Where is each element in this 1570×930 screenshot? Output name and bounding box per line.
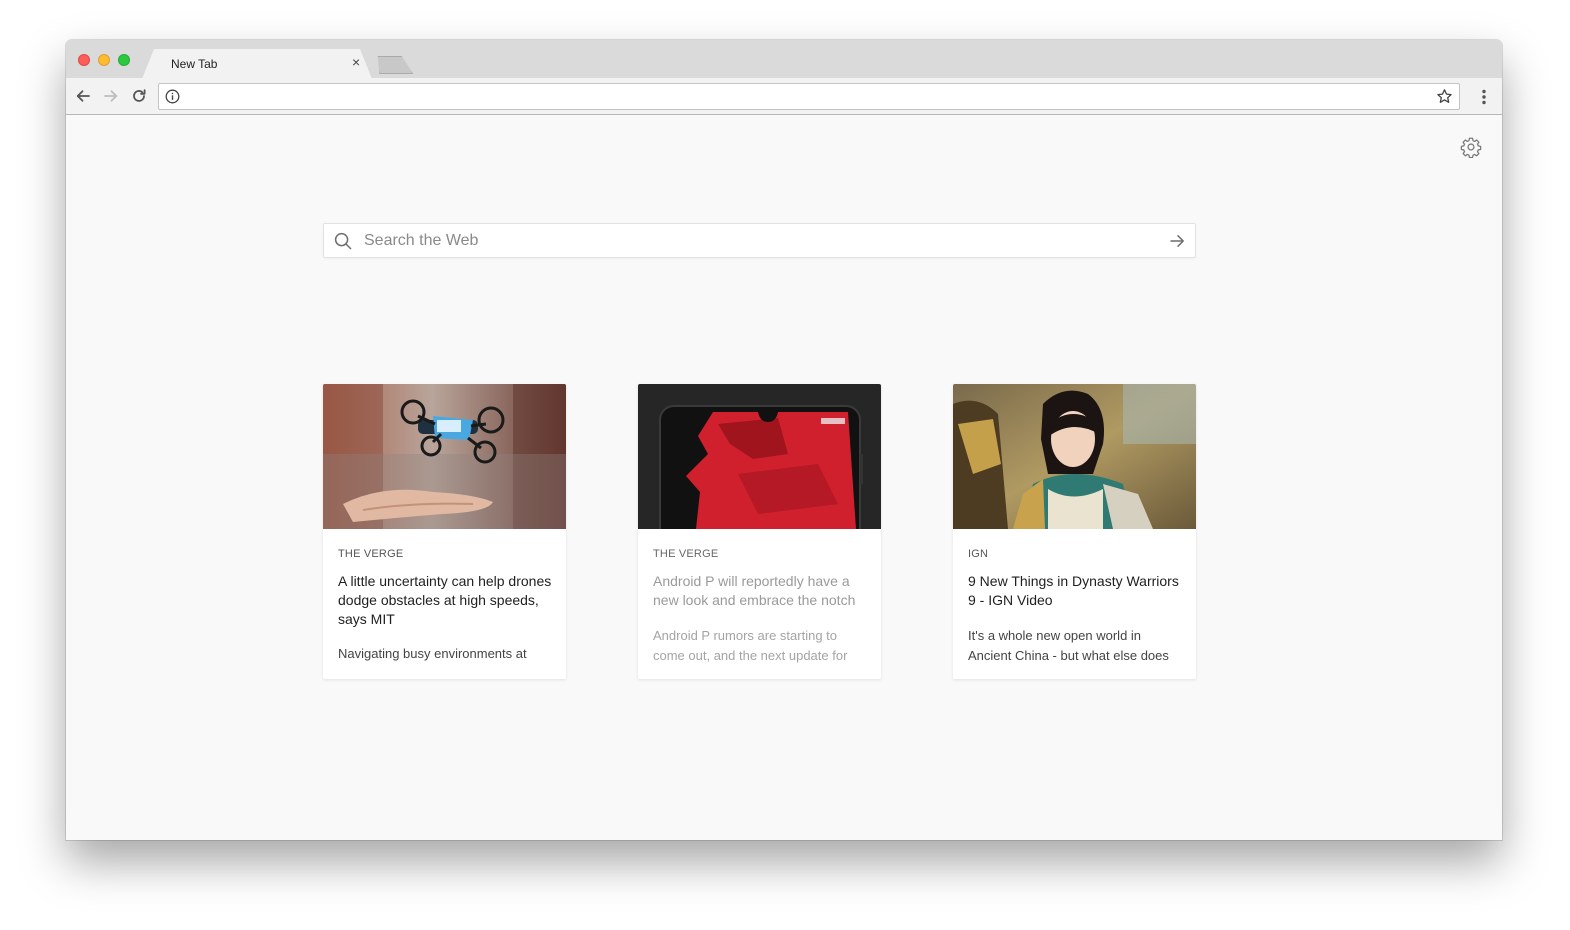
search-submit-button[interactable] <box>1170 234 1185 253</box>
search-icon <box>334 232 352 255</box>
news-card-title[interactable]: A little uncertainty can help drones dod… <box>338 572 556 629</box>
arrow-right-icon <box>104 90 118 102</box>
new-tab-button[interactable] <box>373 56 414 74</box>
arrow-left-icon <box>76 90 90 102</box>
gear-icon <box>1460 137 1482 159</box>
news-card[interactable]: THE VERGE Android P will reportedly have… <box>638 384 881 679</box>
search-bar <box>323 223 1196 258</box>
browser-menu-button[interactable] <box>1476 86 1492 108</box>
news-card[interactable]: THE VERGE A little uncertainty can help … <box>323 384 566 679</box>
forward-button[interactable] <box>100 85 122 107</box>
tab-strip: New Tab × <box>66 40 1502 78</box>
kebab-menu-icon <box>1482 89 1486 105</box>
zoom-window-button[interactable] <box>118 54 130 66</box>
news-card-source: IGN <box>968 548 989 560</box>
news-card-description: Navigating busy environments at <box>338 646 527 661</box>
news-card-title[interactable]: Android P will reportedly have a new loo… <box>653 572 871 610</box>
info-icon[interactable] <box>165 89 180 109</box>
news-card-image <box>323 384 566 529</box>
news-card-image <box>638 384 881 529</box>
star-icon[interactable] <box>1436 88 1453 110</box>
new-tab-page: THE VERGE A little uncertainty can help … <box>66 116 1502 840</box>
back-button[interactable] <box>72 85 94 107</box>
tab-close-icon[interactable]: × <box>352 55 360 69</box>
toolbar <box>66 78 1502 115</box>
arrow-right-icon <box>1170 235 1184 247</box>
minimize-window-button[interactable] <box>98 54 110 66</box>
reload-button[interactable] <box>128 85 150 107</box>
news-card-source: THE VERGE <box>338 548 404 560</box>
news-card-source: THE VERGE <box>653 548 719 560</box>
news-card-description: Android P rumors are starting to come ou… <box>653 628 848 663</box>
browser-window: New Tab × Search the Web THE VERGE A lit… <box>66 40 1502 840</box>
news-card-title[interactable]: 9 New Things in Dynasty Warriors 9 - IGN… <box>968 572 1186 610</box>
reload-icon <box>133 89 146 102</box>
address-bar[interactable] <box>158 83 1460 110</box>
news-card-image <box>953 384 1196 529</box>
close-window-button[interactable] <box>78 54 90 66</box>
search-input[interactable] <box>364 224 1144 257</box>
settings-button[interactable] <box>1460 136 1482 163</box>
tab-title: New Tab <box>171 57 218 71</box>
news-card[interactable]: IGN 9 New Things in Dynasty Warriors 9 -… <box>953 384 1196 679</box>
news-card-description: It's a whole new open world in Ancient C… <box>968 628 1169 663</box>
